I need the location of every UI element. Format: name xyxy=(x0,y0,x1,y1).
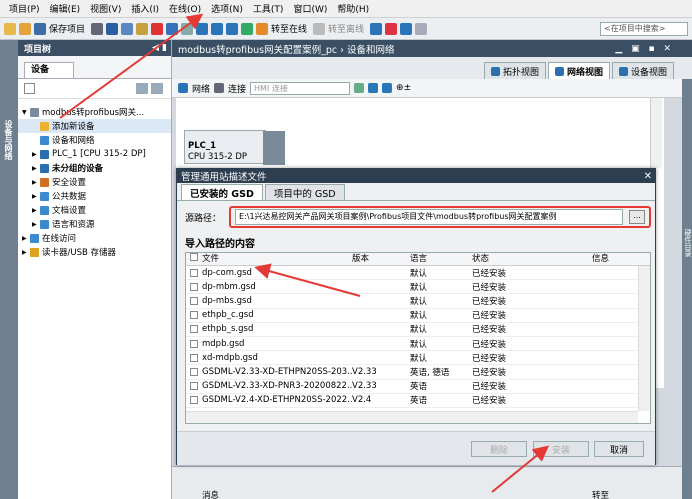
annotation-arrows xyxy=(59,13,550,493)
arrow-to-gsd-file xyxy=(254,263,361,297)
arrow-to-install-button xyxy=(491,445,550,493)
arrow-to-options-menu xyxy=(59,13,204,119)
